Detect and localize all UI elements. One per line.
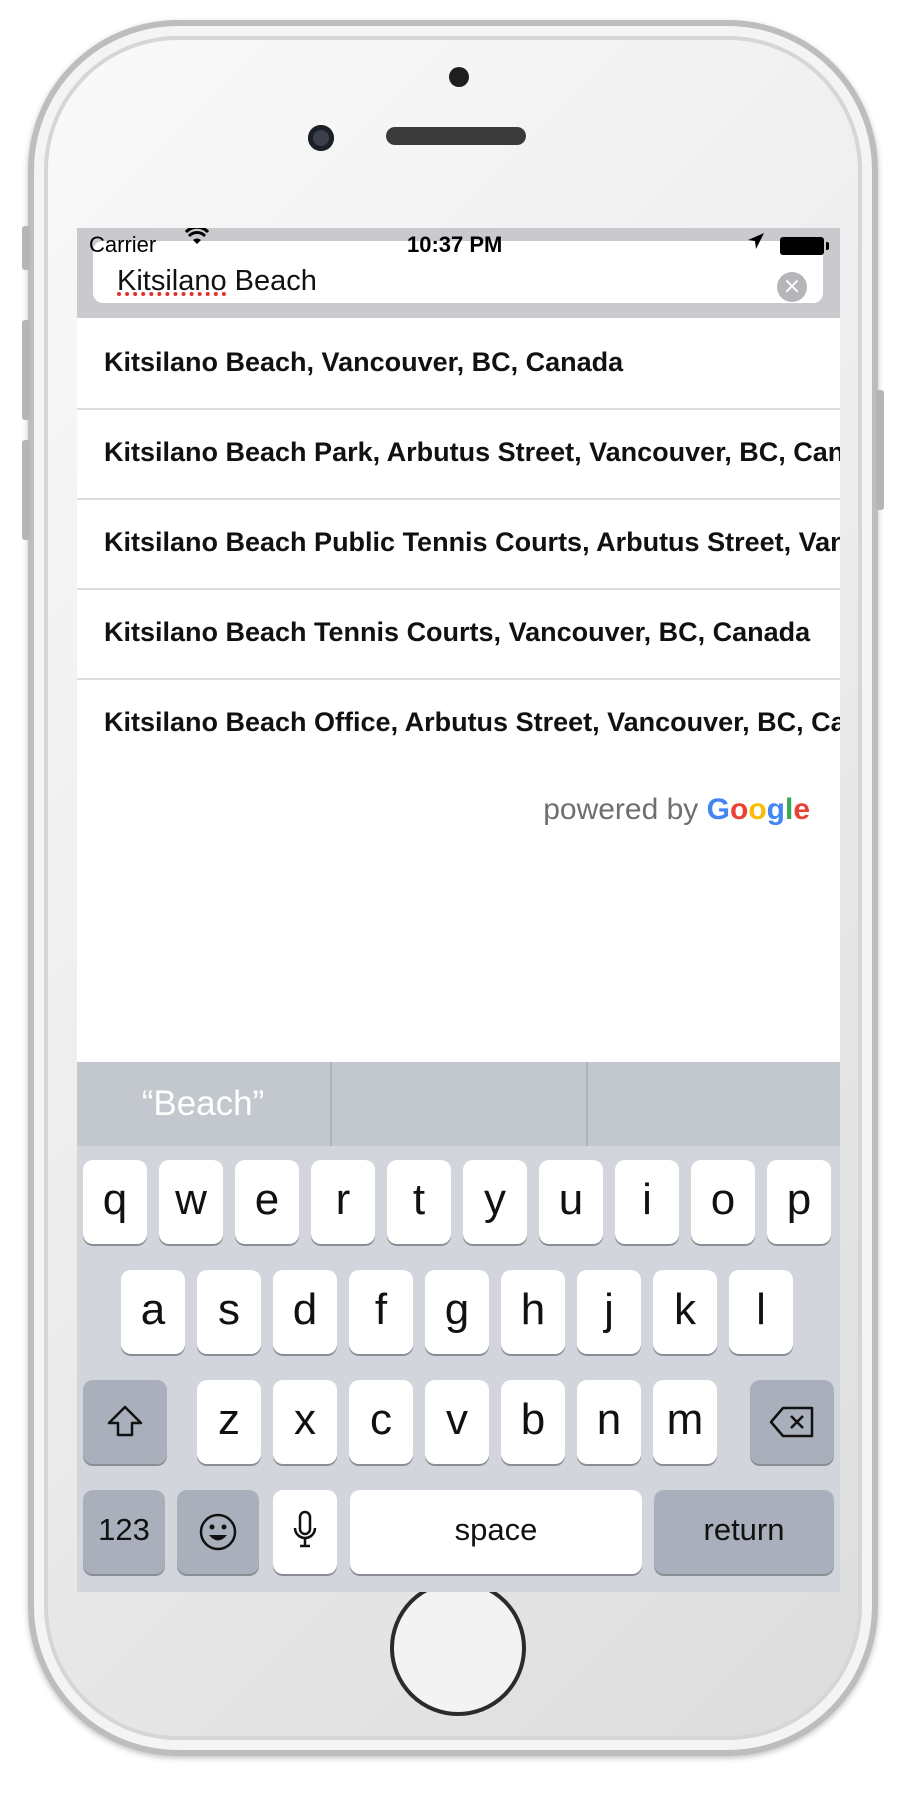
key-u[interactable]: u — [539, 1160, 603, 1244]
key-c[interactable]: c — [349, 1380, 413, 1464]
key-z[interactable]: z — [197, 1380, 261, 1464]
location-arrow-icon — [747, 230, 765, 256]
carrier-label: Carrier — [89, 232, 157, 257]
status-time: 10:37 PM — [407, 232, 503, 257]
return-key[interactable]: return — [654, 1490, 834, 1574]
predictive-bar: “Beach” — [77, 1062, 840, 1146]
google-logo-o1: o — [729, 793, 749, 826]
microphone-icon — [293, 1510, 317, 1548]
result-text: Kitsilano Beach Office, Arbutus Street, … — [104, 707, 840, 737]
result-text: Kitsilano Beach, Vancouver, BC, Canada — [104, 347, 624, 377]
shift-key[interactable] — [83, 1380, 167, 1464]
backspace-icon — [769, 1406, 814, 1438]
key-n[interactable]: n — [577, 1380, 641, 1464]
key-i[interactable]: i — [615, 1160, 679, 1244]
search-input-value: Kitsilano Beach — [117, 265, 317, 298]
google-logo-o2: o — [748, 793, 767, 826]
mute-switch — [22, 226, 30, 270]
shift-icon — [107, 1405, 143, 1437]
volume-down-button — [22, 440, 30, 540]
screen: Kitsilano Beach × Carrier 10:37 PM Kitsi… — [77, 228, 840, 1592]
result-text: Kitsilano Beach Tennis Courts, Vancouver… — [104, 617, 811, 647]
result-text: Kitsilano Beach Park, Arbutus Street, Va… — [104, 437, 840, 467]
key-r[interactable]: r — [311, 1160, 375, 1244]
result-item[interactable]: Kitsilano Beach Tennis Courts, Vancouver… — [77, 590, 840, 680]
space-key[interactable]: space — [350, 1490, 642, 1574]
key-q[interactable]: q — [83, 1160, 147, 1244]
key-m[interactable]: m — [653, 1380, 717, 1464]
misspelled-word: Kitsilano — [117, 265, 227, 297]
key-v[interactable]: v — [425, 1380, 489, 1464]
results-list: Kitsilano Beach, Vancouver, BC, Canada K… — [77, 320, 840, 770]
key-g[interactable]: g — [425, 1270, 489, 1354]
key-f[interactable]: f — [349, 1270, 413, 1354]
clear-search-button[interactable]: × — [777, 272, 807, 302]
google-logo-g: G — [706, 793, 730, 826]
numbers-key[interactable]: 123 — [83, 1490, 165, 1574]
result-item[interactable]: Kitsilano Beach Park, Arbutus Street, Va… — [77, 410, 840, 500]
key-y[interactable]: y — [463, 1160, 527, 1244]
google-logo-g2: g — [766, 793, 785, 826]
key-h[interactable]: h — [501, 1270, 565, 1354]
key-k[interactable]: k — [653, 1270, 717, 1354]
backspace-key[interactable] — [750, 1380, 834, 1464]
key-e[interactable]: e — [235, 1160, 299, 1244]
wifi-icon — [184, 228, 210, 252]
dictation-key[interactable] — [273, 1490, 337, 1574]
key-x[interactable]: x — [273, 1380, 337, 1464]
power-button — [876, 390, 884, 510]
powered-by-google: powered by Google — [543, 793, 810, 827]
emoji-key[interactable] — [177, 1490, 259, 1574]
key-p[interactable]: p — [767, 1160, 831, 1244]
home-button[interactable] — [390, 1580, 526, 1716]
powered-by-label: powered by — [543, 793, 707, 826]
key-d[interactable]: d — [273, 1270, 337, 1354]
google-logo-e: e — [793, 793, 810, 826]
front-camera — [308, 125, 334, 151]
result-item[interactable]: Kitsilano Beach, Vancouver, BC, Canada — [77, 320, 840, 410]
status-bar: Carrier 10:37 PM — [77, 228, 840, 257]
prediction-slot-empty[interactable] — [588, 1062, 840, 1146]
result-item[interactable]: Kitsilano Beach Office, Arbutus Street, … — [77, 680, 840, 770]
prediction-suggestion[interactable]: “Beach” — [77, 1062, 329, 1146]
keyboard: q w e r t y u i o p a s d f g h j k l z … — [77, 1146, 840, 1592]
key-s[interactable]: s — [197, 1270, 261, 1354]
earpiece-speaker — [386, 127, 526, 145]
key-o[interactable]: o — [691, 1160, 755, 1244]
search-text-rest: Beach — [226, 265, 317, 297]
key-a[interactable]: a — [121, 1270, 185, 1354]
proximity-sensor — [449, 67, 469, 87]
key-j[interactable]: j — [577, 1270, 641, 1354]
volume-up-button — [22, 320, 30, 420]
key-t[interactable]: t — [387, 1160, 451, 1244]
battery-icon — [780, 237, 829, 255]
key-l[interactable]: l — [729, 1270, 793, 1354]
result-text: Kitsilano Beach Public Tennis Courts, Ar… — [104, 527, 840, 557]
key-b[interactable]: b — [501, 1380, 565, 1464]
result-item[interactable]: Kitsilano Beach Public Tennis Courts, Ar… — [77, 500, 840, 590]
emoji-icon — [199, 1513, 237, 1551]
key-w[interactable]: w — [159, 1160, 223, 1244]
prediction-slot-empty[interactable] — [332, 1062, 585, 1146]
